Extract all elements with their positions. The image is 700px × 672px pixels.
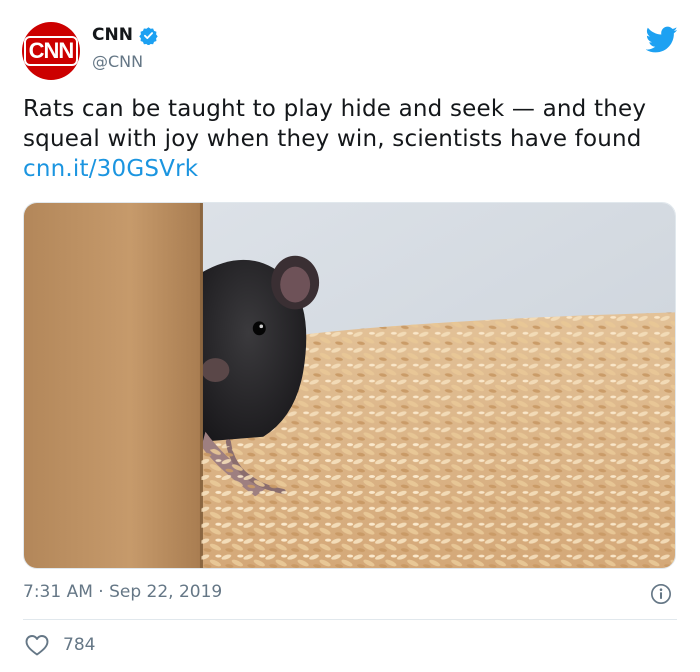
author-handle[interactable]: @CNN <box>92 52 143 71</box>
heart-icon[interactable] <box>25 634 49 656</box>
divider <box>23 619 677 620</box>
verified-badge-icon <box>139 26 158 45</box>
twitter-bird-icon[interactable] <box>646 26 678 54</box>
tweet-link[interactable]: cnn.it/30GSVrk <box>23 156 198 182</box>
avatar[interactable]: CNN <box>22 22 80 80</box>
like-row[interactable]: 784 <box>25 634 95 656</box>
info-icon[interactable] <box>650 583 672 605</box>
display-name[interactable]: CNN <box>92 25 133 45</box>
rat-photo <box>24 203 675 568</box>
tweet-media-image[interactable] <box>23 202 676 569</box>
author-name-row: CNN <box>92 25 158 45</box>
avatar-logo-text: CNN <box>23 36 79 66</box>
tweet-text: Rats can be taught to play hide and seek… <box>23 94 673 184</box>
tweet-timestamp[interactable]: 7:31 AM · Sep 22, 2019 <box>23 582 222 602</box>
tweet-body: Rats can be taught to play hide and seek… <box>23 96 647 152</box>
like-count: 784 <box>63 635 96 655</box>
